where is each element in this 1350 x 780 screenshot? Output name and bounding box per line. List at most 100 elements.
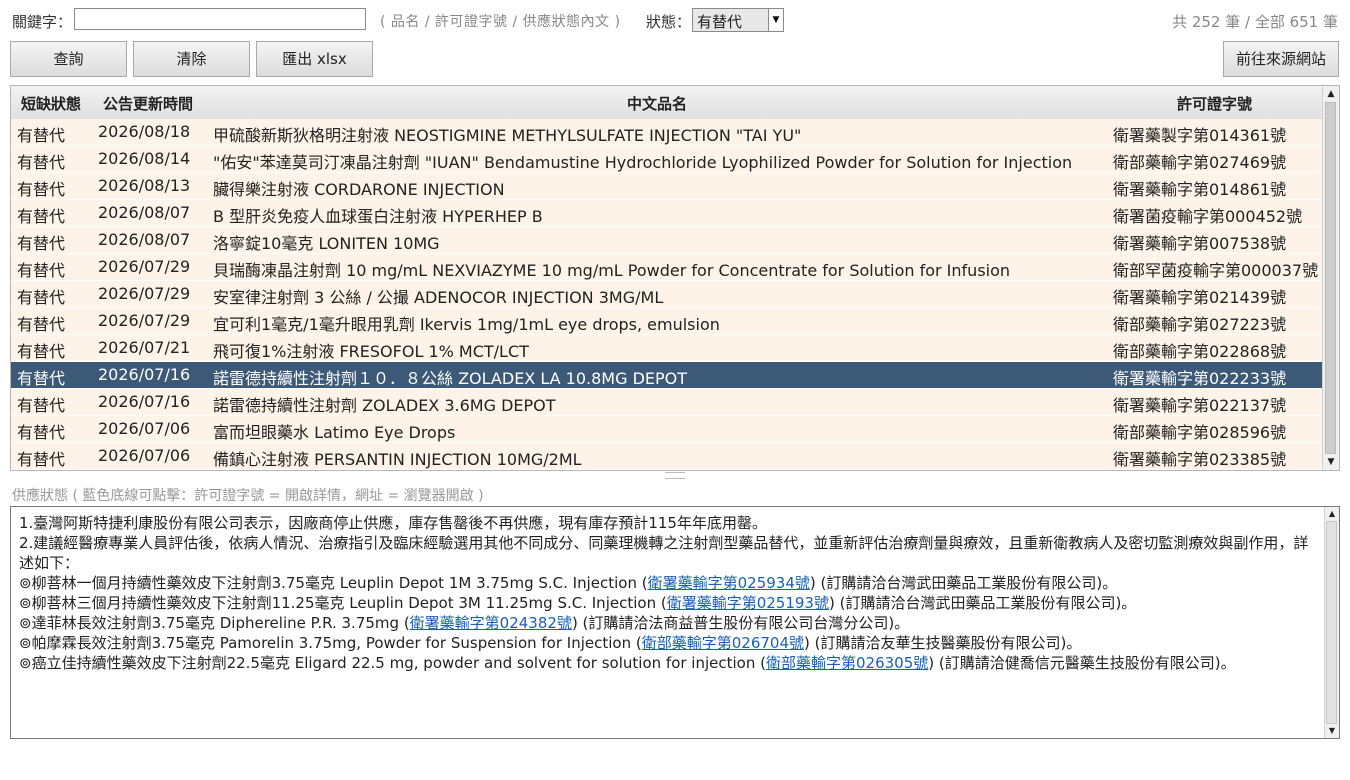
- table-row[interactable]: 有替代 2026/07/16 諾雷德持續性注射劑 ZOLADEX 3.6MG DEP…: [11, 389, 1324, 416]
- splitter-grip-icon[interactable]: [665, 472, 685, 479]
- detail-text: 1.臺灣阿斯特捷利康股份有限公司表示，因廠商停止供應，庫存售罄後不再供應，現有庫…: [19, 513, 1315, 673]
- cell-name: 諾雷德持續性注射劑 ZOLADEX 3.6MG DEPOT: [213, 396, 556, 415]
- license-link[interactable]: 衛署藥輸字第025193號: [667, 594, 829, 612]
- cell-updated: 2026/07/29: [98, 284, 191, 303]
- column-header-status[interactable]: 短缺狀態: [21, 93, 81, 114]
- table-body: 有替代 2026/08/18 甲硫酸新斯狄格明注射液 NEOSTIGMINE MET…: [11, 119, 1324, 470]
- cell-name: 富而坦眼藥水 Latimo Eye Drops: [213, 423, 456, 442]
- cell-license: 衛署菌疫輸字第000452號: [1113, 207, 1303, 226]
- cell-name: "佑安"苯達莫司汀凍晶注射劑 "IUAN" Bendamustine Hydro…: [213, 153, 1073, 172]
- keyword-input[interactable]: [74, 8, 366, 30]
- license-link[interactable]: 衛署藥輸字第025934號: [648, 574, 810, 592]
- alternative-item: ⊚柳菩林三個月持續性藥效皮下注射劑11.25毫克 Leuplin Depot 3…: [19, 593, 1315, 613]
- table-row[interactable]: 有替代 2026/07/29 安室律注射劑 3 公絲 / 公撮 ADENOCOR I…: [11, 281, 1324, 308]
- alternative-list: ⊚柳菩林一個月持續性藥效皮下注射劑3.75毫克 Leuplin Depot 1M…: [19, 573, 1315, 673]
- alternative-item: ⊚柳菩林一個月持續性藥效皮下注射劑3.75毫克 Leuplin Depot 1M…: [19, 573, 1315, 593]
- cell-license: 衛部藥輸字第028596號: [1113, 423, 1287, 442]
- alternative-item: ⊚癌立佳持續性藥效皮下注射劑22.5毫克 Eligard 22.5 mg, po…: [19, 653, 1315, 673]
- cell-license: 衛部藥輸字第022868號: [1113, 342, 1287, 361]
- cell-updated: 2026/07/21: [98, 338, 191, 357]
- table-row[interactable]: 有替代 2026/07/21 飛可復1%注射液 FRESOFOL 1% MCT/LC…: [11, 335, 1324, 362]
- shortage-table: 短缺狀態 公告更新時間 中文品名 許可證字號 有替代 2026/08/18 甲硫酸新…: [10, 85, 1340, 471]
- cell-updated: 2026/08/07: [98, 230, 191, 249]
- table-row[interactable]: 有替代 2026/07/29 貝瑞酶凍晶注射劑 10 mg/mL NEXVIAZYM…: [11, 254, 1324, 281]
- table-header: 短缺狀態 公告更新時間 中文品名 許可證字號: [11, 86, 1324, 120]
- cell-status: 有替代: [17, 369, 66, 388]
- supply-status-detail: 1.臺灣阿斯特捷利康股份有限公司表示，因廠商停止供應，庫存售罄後不再供應，現有庫…: [10, 506, 1340, 739]
- pane-splitter[interactable]: [10, 471, 1340, 479]
- keyword-label: 關鍵字：: [12, 13, 73, 31]
- cell-name: 臟得樂注射液 CORDARONE INJECTION: [213, 180, 505, 199]
- scroll-thumb[interactable]: [1326, 521, 1337, 724]
- export-xlsx-button[interactable]: 匯出 xlsx: [256, 41, 373, 77]
- alternative-text: ⊚癌立佳持續性藥效皮下注射劑22.5毫克 Eligard 22.5 mg, po…: [19, 654, 766, 672]
- table-row[interactable]: 有替代 2026/08/07 B 型肝炎免疫人血球蛋白注射液 HYPERHEP B…: [11, 200, 1324, 227]
- detail-scrollbar[interactable]: ▲ ▼: [1324, 507, 1339, 738]
- clear-button[interactable]: 清除: [133, 41, 250, 77]
- cell-name: B 型肝炎免疫人血球蛋白注射液 HYPERHEP B: [213, 207, 543, 226]
- scroll-up-icon[interactable]: ▲: [1323, 86, 1339, 102]
- order-contact-text: ) (訂購請洽台灣武田藥品工業股份有限公司)。: [809, 574, 1118, 592]
- cell-name: 貝瑞酶凍晶注射劑 10 mg/mL NEXVIAZYME 10 mg/mL Po…: [213, 261, 1011, 280]
- column-header-name[interactable]: 中文品名: [627, 93, 687, 114]
- license-link[interactable]: 衛署藥輸字第024382號: [410, 614, 572, 632]
- cell-status: 有替代: [17, 126, 66, 145]
- column-header-license[interactable]: 許可證字號: [1177, 93, 1252, 114]
- cell-name: 甲硫酸新斯狄格明注射液 NEOSTIGMINE METHYLSULFATE IN…: [213, 126, 802, 145]
- cell-name: 安室律注射劑 3 公絲 / 公撮 ADENOCOR INJECTION 3MG/…: [213, 288, 664, 307]
- license-link[interactable]: 衛部藥輸字第026305號: [766, 654, 928, 672]
- order-contact-text: ) (訂購請洽健喬信元醫藥生技股份有限公司)。: [928, 654, 1236, 672]
- table-row[interactable]: 有替代 2026/07/29 宜可利1毫克/1毫升眼用乳劑 Ikervis 1mg/…: [11, 308, 1324, 335]
- goto-source-button[interactable]: 前往來源網站: [1223, 41, 1339, 77]
- cell-updated: 2026/07/16: [98, 365, 191, 384]
- table-row[interactable]: 有替代 2026/07/16 諾雷德持續性注射劑１０．８公絲 ZOLADEX LA …: [11, 362, 1324, 389]
- table-row[interactable]: 有替代 2026/08/18 甲硫酸新斯狄格明注射液 NEOSTIGMINE MET…: [11, 119, 1324, 146]
- table-row[interactable]: 有替代 2026/08/07 洛寧錠10毫克 LONITEN 10MG 衛署藥輸字第0…: [11, 227, 1324, 254]
- cell-license: 衛署藥輸字第022137號: [1113, 396, 1287, 415]
- scroll-thumb[interactable]: [1325, 102, 1336, 454]
- table-row[interactable]: 有替代 2026/08/13 臟得樂注射液 CORDARONE INJECTION 衛…: [11, 173, 1324, 200]
- cell-name: 備鎮心注射液 PERSANTIN INJECTION 10MG/2ML: [213, 450, 582, 469]
- cell-status: 有替代: [17, 180, 66, 199]
- cell-license: 衛署藥製字第014361號: [1113, 126, 1287, 145]
- alternative-item: ⊚達菲林長效注射劑3.75毫克 Diphereline P.R. 3.75mg …: [19, 613, 1315, 633]
- order-contact-text: ) (訂購請洽法商益普生股份有限公司台灣分公司)。: [571, 614, 910, 632]
- detail-label: 供應狀態 ( 藍色底線可點擊：許可證字號 = 開啟詳情，網址 = 瀏覽器開啟 ): [12, 488, 484, 504]
- cell-license: 衛署藥輸字第023385號: [1113, 450, 1287, 469]
- cell-updated: 2026/08/18: [98, 122, 191, 141]
- cell-updated: 2026/08/13: [98, 176, 191, 195]
- cell-updated: 2026/08/07: [98, 203, 191, 222]
- cell-status: 有替代: [17, 153, 66, 172]
- record-count: 共 252 筆 / 全部 651 筆: [1172, 13, 1338, 31]
- table-row[interactable]: 有替代 2026/08/14 "佑安"苯達莫司汀凍晶注射劑 "IUAN" Benda…: [11, 146, 1324, 173]
- cell-name: 飛可復1%注射液 FRESOFOL 1% MCT/LCT: [213, 342, 529, 361]
- cell-license: 衛部藥輸字第027223號: [1113, 315, 1287, 334]
- column-header-updated[interactable]: 公告更新時間: [103, 93, 193, 114]
- cell-name: 宜可利1毫克/1毫升眼用乳劑 Ikervis 1mg/1mL eye drops…: [213, 315, 720, 334]
- keyword-hint: ( 品名 / 許可證字號 / 供應狀態內文 ): [380, 14, 621, 30]
- cell-status: 有替代: [17, 207, 66, 226]
- cell-license: 衛署藥輸字第022233號: [1113, 369, 1287, 388]
- table-row[interactable]: 有替代 2026/07/06 備鎮心注射液 PERSANTIN INJECTION …: [11, 443, 1324, 470]
- cell-status: 有替代: [17, 396, 66, 415]
- cell-license: 衛署藥輸字第014861號: [1113, 180, 1287, 199]
- scroll-down-icon[interactable]: ▼: [1323, 454, 1339, 470]
- cell-updated: 2026/07/16: [98, 392, 191, 411]
- table-row[interactable]: 有替代 2026/07/06 富而坦眼藥水 Latimo Eye Drops 衛部藥輸…: [11, 416, 1324, 443]
- scroll-up-icon[interactable]: ▲: [1325, 507, 1339, 521]
- query-button[interactable]: 查詢: [10, 41, 127, 77]
- cell-updated: 2026/07/29: [98, 257, 191, 276]
- cell-status: 有替代: [17, 342, 66, 361]
- table-scrollbar[interactable]: ▲ ▼: [1322, 86, 1339, 470]
- cell-updated: 2026/07/29: [98, 311, 191, 330]
- scroll-down-icon[interactable]: ▼: [1325, 724, 1339, 738]
- cell-status: 有替代: [17, 234, 66, 253]
- alternative-text: ⊚帕摩霖長效注射劑3.75毫克 Pamorelin 3.75mg, Powder…: [19, 634, 642, 652]
- status-select[interactable]: 有替代 ▼: [692, 8, 784, 32]
- cell-status: 有替代: [17, 288, 66, 307]
- cell-updated: 2026/07/06: [98, 419, 191, 438]
- cell-status: 有替代: [17, 423, 66, 442]
- search-bar: 關鍵字： ( 品名 / 許可證字號 / 供應狀態內文 ) 狀態： 有替代 ▼ 共…: [0, 0, 1350, 40]
- chevron-down-icon[interactable]: ▼: [768, 9, 783, 31]
- license-link[interactable]: 衛部藥輸字第026704號: [642, 634, 804, 652]
